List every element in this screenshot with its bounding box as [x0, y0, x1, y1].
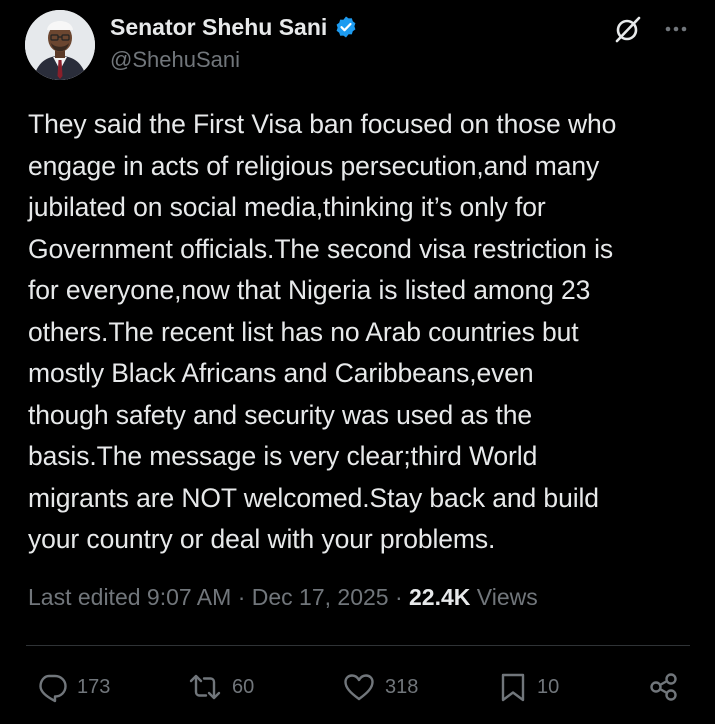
author-display-name[interactable]: Senator Shehu Sani: [110, 14, 327, 41]
avatar[interactable]: [25, 10, 95, 80]
tweet-card: Senator Shehu Sani @ShehuSani They said …: [0, 0, 715, 724]
bookmark-button[interactable]: 10: [498, 670, 559, 704]
divider: [26, 645, 690, 646]
tweet-text: They said the First Visa ban focused on …: [28, 109, 617, 554]
avatar-image: [25, 10, 95, 80]
reply-count: 173: [77, 675, 111, 698]
author-handle[interactable]: @ShehuSani: [110, 47, 240, 73]
share-icon: [647, 671, 681, 703]
views-label: Views: [470, 584, 538, 610]
share-button[interactable]: [647, 670, 681, 704]
bookmark-icon: [498, 671, 528, 703]
repost-count: 60: [232, 675, 255, 698]
verified-badge-icon[interactable]: [334, 15, 358, 39]
reply-icon: [36, 671, 68, 703]
repost-icon: [187, 671, 223, 703]
bookmark-count: 10: [537, 675, 560, 698]
like-icon: [342, 671, 376, 703]
like-count: 318: [385, 675, 419, 698]
views-count: 22.4K: [409, 584, 471, 610]
reply-button[interactable]: 173: [36, 670, 110, 704]
more-icon[interactable]: [660, 14, 692, 44]
grok-icon[interactable]: [613, 14, 643, 44]
author-name-row[interactable]: Senator Shehu Sani: [110, 11, 358, 43]
repost-button[interactable]: 60: [187, 670, 254, 704]
edited-timestamp[interactable]: Last edited 9:07 AM · Dec 17, 2025 ·: [28, 584, 409, 610]
like-button[interactable]: 318: [342, 670, 418, 704]
tweet-meta: Last edited 9:07 AM · Dec 17, 2025 · 22.…: [28, 584, 538, 611]
